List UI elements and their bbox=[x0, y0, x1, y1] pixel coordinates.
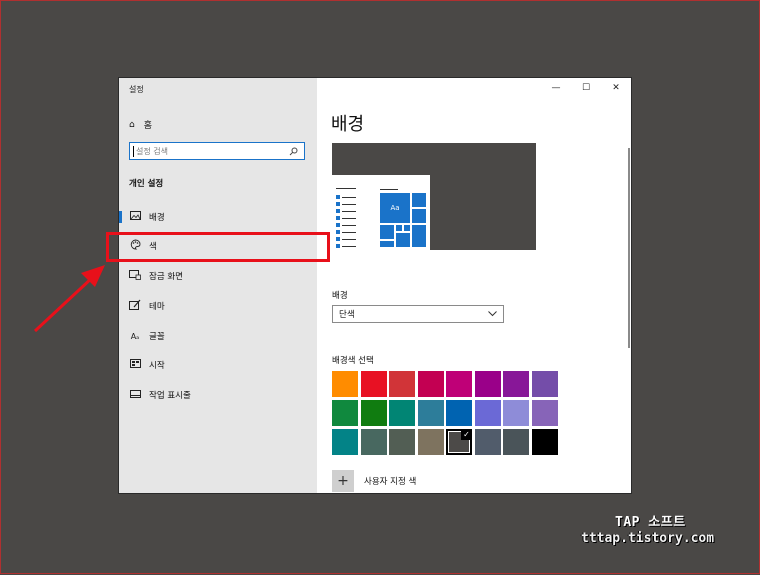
section-title: 개인 설정 bbox=[129, 179, 164, 189]
sidebar-item-label: 글꼴 bbox=[149, 332, 165, 342]
taskbar-icon bbox=[129, 389, 141, 401]
close-button[interactable]: ✕ bbox=[601, 78, 631, 98]
active-indicator bbox=[119, 211, 122, 223]
minimize-button[interactable]: — bbox=[541, 78, 571, 98]
image-icon bbox=[129, 211, 141, 223]
dropdown-value: 단색 bbox=[339, 310, 355, 320]
color-swatch[interactable] bbox=[417, 400, 444, 426]
highlight-box bbox=[106, 232, 330, 262]
color-swatch[interactable] bbox=[531, 400, 558, 426]
text-cursor bbox=[133, 145, 134, 157]
home-icon: ⌂ bbox=[129, 119, 135, 130]
watermark-title: TAP 소프트 bbox=[615, 515, 686, 530]
color-swatch[interactable] bbox=[389, 371, 415, 397]
color-swatch[interactable] bbox=[474, 429, 501, 455]
preview-app-list bbox=[336, 187, 356, 248]
sidebar-item-theme[interactable]: 테마 bbox=[119, 294, 317, 318]
color-swatch[interactable]: ✓ bbox=[446, 429, 472, 455]
color-swatch[interactable] bbox=[332, 371, 358, 397]
color-swatch[interactable] bbox=[332, 400, 358, 426]
color-swatch[interactable] bbox=[389, 429, 415, 455]
color-swatch[interactable] bbox=[531, 429, 558, 455]
settings-window: 설정 ⌂ 홈 개인 설정 배경 색 잠금 bbox=[119, 78, 631, 493]
background-preview: Aa bbox=[332, 143, 536, 250]
color-swatch[interactable] bbox=[503, 429, 529, 455]
color-swatch-grid: ✓ bbox=[332, 371, 560, 457]
preview-tile-aa: Aa bbox=[380, 193, 410, 223]
sidebar-item-label: 시작 bbox=[149, 361, 165, 371]
sidebar-item-taskbar[interactable]: 작업 표시줄 bbox=[119, 383, 317, 407]
home-label: 홈 bbox=[143, 121, 152, 131]
background-color-label: 배경색 선택 bbox=[332, 356, 374, 366]
color-swatch[interactable] bbox=[417, 429, 444, 455]
page-title: 배경 bbox=[331, 114, 365, 135]
sidebar-item-fonts[interactable]: Aₐ 글꼴 bbox=[119, 324, 317, 348]
background-type-label: 배경 bbox=[332, 291, 348, 301]
color-swatch[interactable] bbox=[503, 371, 529, 397]
search-icon bbox=[289, 147, 298, 155]
scrollbar[interactable] bbox=[628, 148, 630, 348]
lock-screen-icon bbox=[129, 269, 141, 283]
preview-tiles: Aa bbox=[380, 193, 426, 247]
home-link[interactable]: ⌂ 홈 bbox=[129, 118, 152, 132]
settings-content: — ☐ ✕ 배경 Aa 배경 단색 배경색 선택 ✓ + 사용자 지정 색 bbox=[317, 78, 631, 493]
color-swatch[interactable] bbox=[360, 371, 387, 397]
search-input[interactable] bbox=[136, 146, 289, 156]
color-swatch[interactable] bbox=[446, 400, 472, 426]
sidebar-item-label: 작업 표시줄 bbox=[149, 391, 191, 401]
window-title: 설정 bbox=[129, 85, 144, 94]
chevron-down-icon bbox=[488, 311, 497, 317]
color-swatch[interactable] bbox=[389, 400, 415, 426]
window-controls: — ☐ ✕ bbox=[541, 78, 631, 98]
sidebar-item-background[interactable]: 배경 bbox=[119, 205, 317, 229]
color-swatch[interactable] bbox=[332, 429, 358, 455]
color-swatch[interactable] bbox=[417, 371, 444, 397]
sidebar-item-label: 잠금 화면 bbox=[149, 272, 183, 282]
font-icon: Aₐ bbox=[130, 331, 140, 341]
color-swatch[interactable] bbox=[360, 429, 387, 455]
color-swatch[interactable] bbox=[474, 400, 501, 426]
color-swatch[interactable] bbox=[531, 371, 558, 397]
preview-start-menu: Aa bbox=[332, 175, 430, 250]
checkmark-icon: ✓ bbox=[461, 429, 472, 440]
color-swatch[interactable] bbox=[446, 371, 472, 397]
sidebar-item-lock-screen[interactable]: 잠금 화면 bbox=[119, 264, 317, 288]
theme-icon bbox=[129, 299, 141, 313]
settings-sidebar: 설정 ⌂ 홈 개인 설정 배경 색 잠금 bbox=[119, 78, 317, 493]
plus-icon: + bbox=[332, 470, 354, 492]
maximize-button[interactable]: ☐ bbox=[571, 78, 601, 98]
custom-color-label: 사용자 지정 색 bbox=[364, 477, 417, 487]
sidebar-item-label: 배경 bbox=[149, 213, 165, 223]
sidebar-item-start[interactable]: 시작 bbox=[119, 353, 317, 377]
watermark-url: tttap.tistory.com bbox=[581, 531, 715, 546]
color-swatch[interactable] bbox=[360, 400, 387, 426]
settings-search-box[interactable] bbox=[129, 142, 305, 160]
color-swatch[interactable] bbox=[503, 400, 529, 426]
background-type-dropdown[interactable]: 단색 bbox=[332, 305, 504, 323]
sidebar-item-label: 테마 bbox=[149, 302, 165, 312]
color-swatch[interactable] bbox=[474, 371, 501, 397]
custom-color-button[interactable]: + 사용자 지정 색 bbox=[332, 470, 416, 492]
start-icon bbox=[129, 359, 141, 371]
